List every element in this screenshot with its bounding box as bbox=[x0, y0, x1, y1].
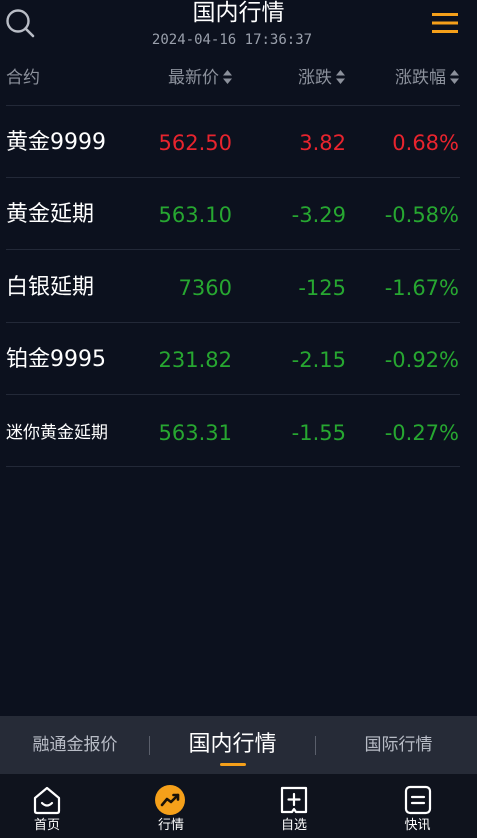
latest-price: 563.31 bbox=[158, 421, 232, 445]
contract-name: 黄金9999 bbox=[6, 130, 106, 155]
price-change: -125 bbox=[298, 276, 346, 300]
contract-name: 白银延期 bbox=[6, 275, 95, 300]
sort-icon bbox=[450, 70, 459, 84]
nav-news-label: 快讯 bbox=[404, 818, 431, 833]
price-change-percent: -0.58% bbox=[384, 203, 459, 227]
column-header-change[interactable]: 涨跌 bbox=[298, 67, 345, 89]
price-change: -3.29 bbox=[291, 203, 346, 227]
top-bar: 国内行情 2024-04-16 17:36:37 bbox=[0, 0, 477, 58]
tab-rongtongjin-quote[interactable]: 融通金报价 bbox=[0, 716, 150, 774]
page-title: 国内行情 bbox=[192, 0, 285, 26]
nav-home-label: 首页 bbox=[33, 818, 60, 833]
column-header-change-label: 涨跌 bbox=[298, 68, 332, 88]
latest-price: 563.10 bbox=[158, 203, 232, 227]
quote-row[interactable]: 迷你黄金延期 563.31 -1.55 -0.27% bbox=[0, 397, 477, 469]
column-header-pct[interactable]: 涨跌幅 bbox=[395, 67, 459, 89]
news-icon bbox=[404, 785, 432, 815]
column-header-price-label: 最新价 bbox=[168, 68, 219, 88]
column-header-price[interactable]: 最新价 bbox=[168, 67, 232, 89]
row-divider bbox=[6, 249, 460, 250]
row-divider bbox=[6, 105, 460, 106]
trend-chart-icon bbox=[155, 785, 185, 815]
row-divider bbox=[6, 322, 460, 323]
tab-separator bbox=[315, 736, 316, 755]
price-change: 3.82 bbox=[299, 131, 346, 155]
hamburger-menu-icon bbox=[432, 13, 458, 33]
nav-market-label: 行情 bbox=[157, 818, 184, 833]
contract-name: 迷你黄金延期 bbox=[6, 423, 108, 443]
nav-market[interactable]: 行情 bbox=[111, 774, 231, 838]
menu-button[interactable] bbox=[430, 9, 460, 37]
column-header-name: 合约 bbox=[6, 68, 40, 88]
bottom-navigation: 首页 行情 自选 快讯 bbox=[0, 774, 477, 838]
tab-international-market[interactable]: 国际行情 bbox=[320, 716, 477, 774]
column-header-pct-label: 涨跌幅 bbox=[395, 68, 446, 88]
quote-row[interactable]: 白银延期 7360 -125 -1.67% bbox=[0, 252, 477, 324]
sort-icon bbox=[336, 70, 345, 84]
price-change-percent: -0.92% bbox=[384, 348, 459, 372]
price-change: -1.55 bbox=[291, 421, 346, 445]
row-divider bbox=[6, 466, 460, 467]
home-icon bbox=[33, 786, 61, 815]
contract-name: 黄金延期 bbox=[6, 202, 95, 227]
nav-favorites-label: 自选 bbox=[280, 818, 307, 833]
price-change-percent: 0.68% bbox=[392, 131, 459, 155]
tab-separator bbox=[149, 736, 150, 755]
nav-home[interactable]: 首页 bbox=[0, 774, 94, 838]
quote-row[interactable]: 铂金9995 231.82 -2.15 -0.92% bbox=[0, 324, 477, 396]
row-divider bbox=[6, 394, 460, 395]
price-change: -2.15 bbox=[291, 348, 346, 372]
contract-name: 铂金9995 bbox=[6, 347, 106, 372]
latest-price: 562.50 bbox=[158, 131, 232, 155]
nav-favorites[interactable]: 自选 bbox=[235, 774, 353, 838]
quote-row[interactable]: 黄金9999 562.50 3.82 0.68% bbox=[0, 107, 477, 179]
add-favorite-icon bbox=[280, 786, 308, 814]
column-header-row: 合约 最新价 涨跌 涨跌幅 bbox=[0, 60, 477, 96]
price-change-percent: -1.67% bbox=[384, 276, 459, 300]
market-tab-bar: 融通金报价 国内行情 国际行情 bbox=[0, 716, 477, 774]
quote-row[interactable]: 黄金延期 563.10 -3.29 -0.58% bbox=[0, 179, 477, 251]
row-divider bbox=[6, 177, 460, 178]
price-change-percent: -0.27% bbox=[384, 421, 459, 445]
update-timestamp: 2024-04-16 17:36:37 bbox=[151, 32, 313, 48]
sort-icon bbox=[223, 70, 232, 84]
latest-price: 231.82 bbox=[158, 348, 232, 372]
active-tab-indicator bbox=[220, 763, 246, 766]
nav-news[interactable]: 快讯 bbox=[358, 774, 477, 838]
latest-price: 7360 bbox=[178, 276, 232, 300]
